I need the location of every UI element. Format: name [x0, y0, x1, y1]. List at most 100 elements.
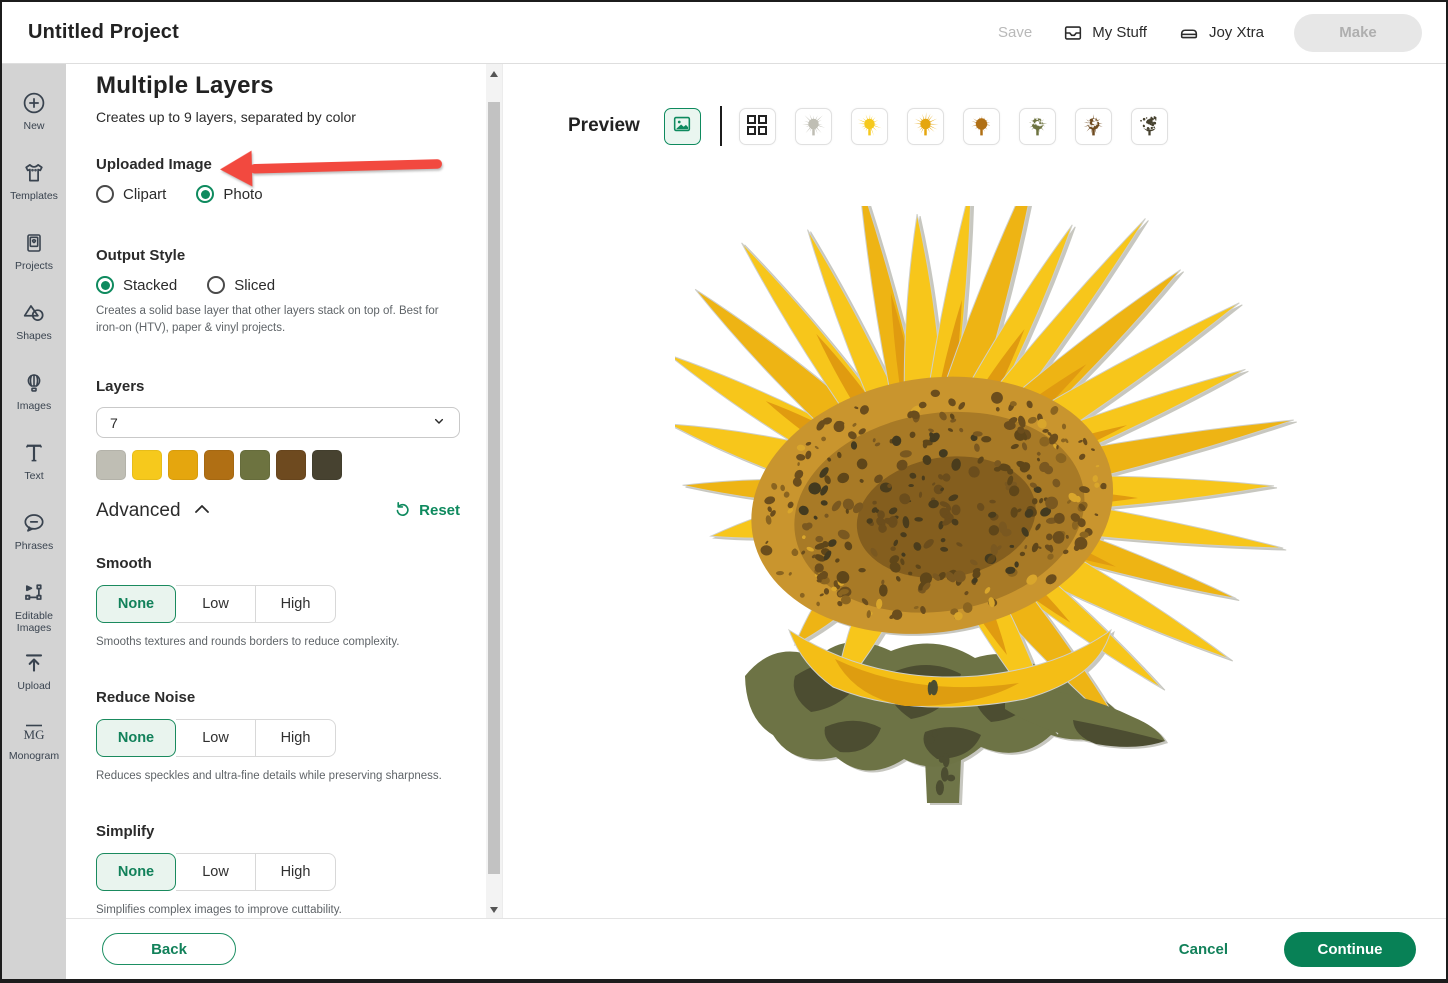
reduce-noise-description: Reduces speckles and ultra-fine details …	[96, 770, 456, 782]
section-simplify: SimplifyNoneLowHighSimplifies complex im…	[96, 823, 458, 916]
layers-count-value: 7	[110, 415, 118, 431]
simplify-high-button[interactable]: High	[256, 853, 336, 891]
layer-flower-icon	[912, 111, 939, 141]
layer-flower-icon	[856, 111, 883, 141]
reduce-noise-low-button[interactable]: Low	[176, 719, 256, 757]
thumbnail-layer-7[interactable]	[1131, 108, 1168, 145]
smooth-label: Smooth	[96, 555, 458, 572]
sidebar-item-shapes[interactable]: Shapes	[2, 290, 66, 360]
layers-count-select[interactable]: 7	[96, 407, 460, 438]
plus-circle-icon	[21, 90, 47, 116]
sidebar-item-label: Monogram	[5, 750, 63, 762]
scrollbar-down-arrow[interactable]	[486, 902, 502, 918]
inbox-icon	[1062, 22, 1084, 44]
cutting-machine-icon	[1177, 22, 1201, 44]
sidebar-item-text[interactable]: Text	[2, 430, 66, 500]
simplify-label: Simplify	[96, 823, 458, 840]
my-stuff-button[interactable]: My Stuff	[1062, 22, 1147, 44]
scrollbar-up-arrow[interactable]	[486, 66, 502, 82]
scrollbar-thumb[interactable]	[488, 102, 500, 874]
project-title[interactable]: Untitled Project	[28, 21, 179, 44]
smooth-high-button[interactable]: High	[256, 585, 336, 623]
thumbnail-layer-4[interactable]	[963, 108, 1000, 145]
chevron-down-icon	[431, 413, 447, 432]
reset-button[interactable]: Reset	[393, 499, 460, 522]
reduce-noise-none-button[interactable]: None	[96, 719, 176, 757]
sidebar-item-label: Phrases	[5, 540, 63, 552]
footer-bar: Back Cancel Continue	[66, 918, 1446, 979]
radio-label: Photo	[223, 186, 262, 203]
output-style-description: Creates a solid base layer that other la…	[96, 303, 448, 336]
thumbnail-layer-5[interactable]	[1019, 108, 1056, 145]
sidebar-item-label: Editable Images	[5, 610, 63, 634]
radio-unselected-icon	[207, 276, 225, 294]
thumbnail-layer-2[interactable]	[851, 108, 888, 145]
back-button[interactable]: Back	[102, 933, 236, 965]
make-button[interactable]: Make	[1294, 14, 1422, 52]
machine-select-button[interactable]: Joy Xtra	[1177, 22, 1264, 44]
speech-bubble-icon	[21, 510, 47, 536]
uploaded-image-clipart-radio[interactable]: Clipart	[96, 185, 166, 203]
sidebar-item-editable-images[interactable]: Editable Images	[2, 570, 66, 640]
app-window: Untitled Project Save My Stuff	[0, 0, 1448, 983]
layer-color-swatch-4[interactable]	[204, 450, 234, 480]
thumbnail-layer-3[interactable]	[907, 108, 944, 145]
sidebar-item-new[interactable]: New	[2, 80, 66, 150]
preview-toolbar: Preview	[568, 106, 1168, 146]
smooth-description: Smooths textures and rounds borders to r…	[96, 636, 456, 648]
reduce-noise-high-button[interactable]: High	[256, 719, 336, 757]
layer-color-swatch-5[interactable]	[240, 450, 270, 480]
radio-unselected-icon	[96, 185, 114, 203]
uploaded-image-radio-group: Clipart Photo	[96, 185, 458, 203]
simplify-none-button[interactable]: None	[96, 853, 176, 891]
layer-color-swatch-3[interactable]	[168, 450, 198, 480]
panel-scrollbar[interactable]	[486, 64, 502, 922]
panel-title: Multiple Layers	[96, 72, 458, 100]
reset-undo-icon	[393, 499, 412, 522]
smooth-none-button[interactable]: None	[96, 585, 176, 623]
sidebar-item-label: Projects	[5, 260, 63, 272]
layer-color-swatch-7[interactable]	[312, 450, 342, 480]
sidebar-item-templates[interactable]: Templates	[2, 150, 66, 220]
sidebar-item-phrases[interactable]: Phrases	[2, 500, 66, 570]
thumbnail-layer-6[interactable]	[1075, 108, 1112, 145]
sidebar-item-projects[interactable]: Projects	[2, 220, 66, 290]
layer-flower-icon	[1080, 111, 1107, 141]
sidebar-item-images[interactable]: Images	[2, 360, 66, 430]
save-button[interactable]: Save	[998, 24, 1032, 41]
layer-color-swatch-1[interactable]	[96, 450, 126, 480]
uploaded-image-label: Uploaded Image	[96, 156, 458, 173]
toolbar-divider	[720, 106, 722, 146]
sidebar-item-monogram[interactable]: MG Monogram	[2, 710, 66, 780]
layer-flower-icon	[968, 111, 995, 141]
continue-button[interactable]: Continue	[1284, 932, 1416, 967]
sidebar-item-label: Templates	[5, 190, 63, 202]
sidebar-item-label: New	[5, 120, 63, 132]
thumbnail-layer-1[interactable]	[795, 108, 832, 145]
preview-image-view-button[interactable]	[664, 108, 701, 145]
radio-label: Stacked	[123, 277, 177, 294]
layers-settings-panel: Multiple Layers Creates up to 9 layers, …	[66, 64, 486, 922]
all-layers-grid-thumbnail[interactable]	[739, 108, 776, 145]
output-style-sliced-radio[interactable]: Sliced	[207, 276, 275, 294]
layer-flower-icon	[1136, 111, 1163, 141]
radio-selected-icon	[196, 185, 214, 203]
simplify-low-button[interactable]: Low	[176, 853, 256, 891]
cancel-button[interactable]: Cancel	[1179, 941, 1228, 958]
smooth-low-button[interactable]: Low	[176, 585, 256, 623]
advanced-row: Advanced Reset	[96, 499, 460, 522]
top-bar: Untitled Project Save My Stuff	[2, 2, 1446, 64]
layers-label: Layers	[96, 378, 458, 395]
monogram-icon: MG	[20, 720, 48, 746]
advanced-toggle[interactable]: Advanced	[96, 500, 211, 522]
layer-color-swatch-6[interactable]	[276, 450, 306, 480]
shapes-icon	[21, 300, 47, 326]
layer-color-swatch-2[interactable]	[132, 450, 162, 480]
uploaded-image-photo-radio[interactable]: Photo	[196, 185, 262, 203]
project-card-icon	[22, 230, 46, 256]
sidebar-item-upload[interactable]: Upload	[2, 640, 66, 710]
text-t-icon	[21, 440, 47, 466]
output-style-stacked-radio[interactable]: Stacked	[96, 276, 177, 294]
preview-canvas: Preview	[502, 64, 1446, 922]
upload-arrow-icon	[21, 650, 47, 676]
